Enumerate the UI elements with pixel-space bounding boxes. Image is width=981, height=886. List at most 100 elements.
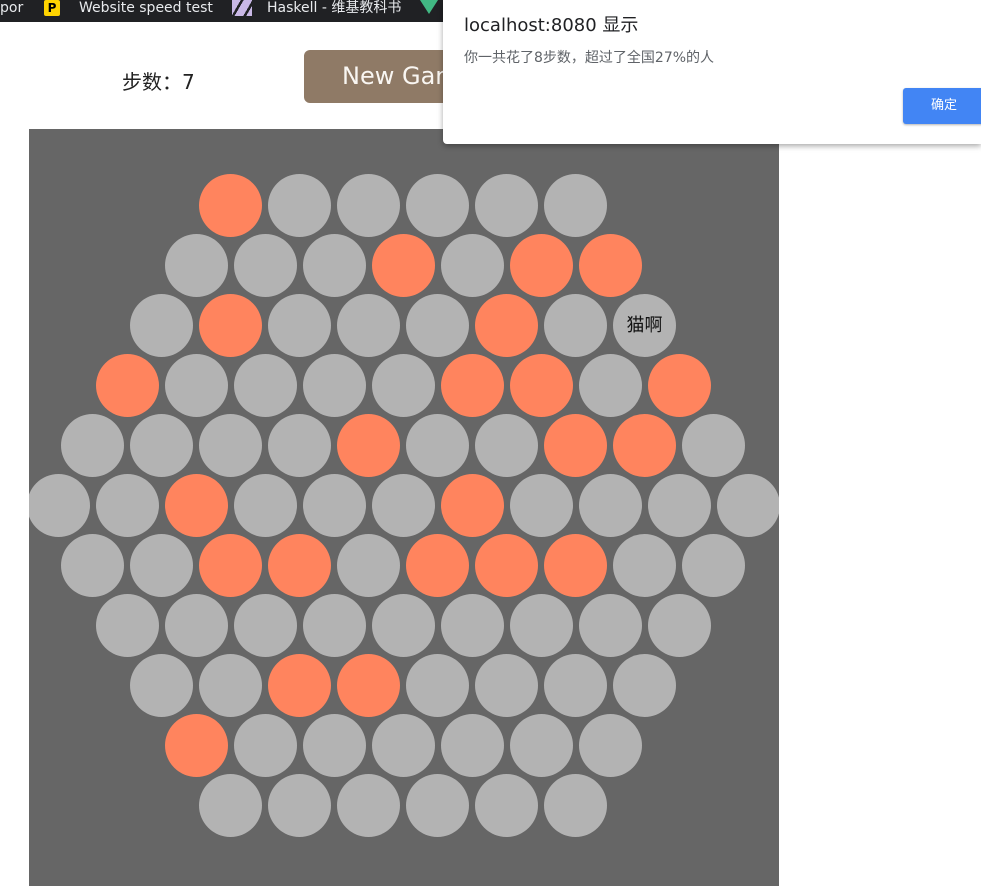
board-cell[interactable] <box>682 414 745 477</box>
board-cell[interactable] <box>95 474 159 537</box>
board-cell[interactable] <box>509 594 573 657</box>
board-cell[interactable] <box>233 594 297 657</box>
board-cell[interactable] <box>61 534 124 597</box>
board-cell[interactable] <box>578 714 642 777</box>
board-cell[interactable] <box>475 414 538 477</box>
board-cell[interactable] <box>647 474 711 537</box>
board-cell[interactable] <box>199 414 262 477</box>
bookmark-haskell[interactable]: Haskell - 维基教科书 <box>232 0 401 22</box>
board-cell[interactable] <box>302 234 366 297</box>
board-cell[interactable] <box>440 594 504 657</box>
board-cell[interactable] <box>440 234 504 297</box>
alert-dialog: localhost:8080 显示 你一共花了8步数，超过了全国27%的人 确定 <box>443 0 981 144</box>
board-cell[interactable] <box>302 354 366 417</box>
board-cell[interactable] <box>371 474 435 537</box>
board-cell[interactable] <box>475 174 538 237</box>
wall-cell[interactable] <box>578 234 642 297</box>
board-cell[interactable] <box>233 354 297 417</box>
board-cell[interactable] <box>268 774 331 837</box>
wall-cell[interactable] <box>95 354 159 417</box>
bookmark-vue[interactable] <box>420 0 438 22</box>
board-cell[interactable] <box>61 414 124 477</box>
board-cell[interactable] <box>233 234 297 297</box>
board-cell[interactable] <box>509 474 573 537</box>
board-cell[interactable] <box>647 594 711 657</box>
wall-cell[interactable] <box>475 534 538 597</box>
board-cell[interactable] <box>544 654 607 717</box>
p-logo-icon: P <box>44 0 60 16</box>
wall-cell[interactable] <box>199 534 262 597</box>
board-cell[interactable] <box>406 294 469 357</box>
board-cell[interactable] <box>613 534 676 597</box>
board-cell[interactable] <box>682 534 745 597</box>
board-cell[interactable] <box>164 594 228 657</box>
board-cell[interactable] <box>544 294 607 357</box>
new-game-button[interactable]: New Game <box>304 50 464 103</box>
board-cell[interactable] <box>130 294 193 357</box>
board-cell[interactable] <box>268 174 331 237</box>
wall-cell[interactable] <box>371 234 435 297</box>
board-cell[interactable] <box>613 654 676 717</box>
board-cell[interactable] <box>578 354 642 417</box>
wall-cell[interactable] <box>268 534 331 597</box>
wall-cell[interactable] <box>440 474 504 537</box>
board-cell[interactable] <box>371 354 435 417</box>
wall-cell[interactable] <box>544 534 607 597</box>
board-cell[interactable] <box>199 654 262 717</box>
board-cell[interactable] <box>371 594 435 657</box>
board-cell[interactable] <box>406 774 469 837</box>
board-cell[interactable] <box>302 474 366 537</box>
board-cell[interactable] <box>475 774 538 837</box>
board-cell[interactable] <box>199 774 262 837</box>
wall-cell[interactable] <box>544 414 607 477</box>
board-cell[interactable] <box>130 414 193 477</box>
board-cell[interactable] <box>337 534 400 597</box>
board-cell[interactable] <box>440 714 504 777</box>
board-cell[interactable] <box>233 714 297 777</box>
board-cell[interactable] <box>578 594 642 657</box>
wall-cell[interactable] <box>199 174 262 237</box>
wall-cell[interactable] <box>337 654 400 717</box>
wall-cell[interactable] <box>337 414 400 477</box>
board-cell[interactable] <box>337 774 400 837</box>
wall-cell[interactable] <box>475 294 538 357</box>
wall-cell[interactable] <box>164 474 228 537</box>
board-cell[interactable] <box>613 294 676 357</box>
board-cell[interactable] <box>302 714 366 777</box>
board-cell[interactable] <box>475 654 538 717</box>
board-cell[interactable] <box>233 474 297 537</box>
board-cell[interactable] <box>509 714 573 777</box>
wall-cell[interactable] <box>509 234 573 297</box>
vue-icon <box>420 0 438 14</box>
board-cell[interactable] <box>164 234 228 297</box>
board-cell[interactable] <box>716 474 779 537</box>
board-cell[interactable] <box>578 474 642 537</box>
board-cell[interactable] <box>29 474 90 537</box>
board-cell[interactable] <box>302 594 366 657</box>
wall-cell[interactable] <box>509 354 573 417</box>
board-cell[interactable] <box>406 654 469 717</box>
wall-cell[interactable] <box>406 534 469 597</box>
wall-cell[interactable] <box>647 354 711 417</box>
board-cell[interactable] <box>371 714 435 777</box>
ok-button[interactable]: 确定 <box>903 88 981 124</box>
wall-cell[interactable] <box>164 714 228 777</box>
board-cell[interactable] <box>268 414 331 477</box>
board-cell[interactable] <box>337 174 400 237</box>
board-cell[interactable] <box>95 594 159 657</box>
wall-cell[interactable] <box>268 654 331 717</box>
wall-cell[interactable] <box>199 294 262 357</box>
wall-cell[interactable] <box>613 414 676 477</box>
board-cell[interactable] <box>130 654 193 717</box>
board-cell[interactable] <box>130 534 193 597</box>
wall-cell[interactable] <box>440 354 504 417</box>
board-cell[interactable] <box>337 294 400 357</box>
board-cell[interactable] <box>268 294 331 357</box>
board-cell[interactable] <box>164 354 228 417</box>
bookmark-website-speed-test[interactable]: P Website speed test <box>44 0 213 22</box>
board-cell[interactable] <box>544 174 607 237</box>
board-cell[interactable] <box>406 174 469 237</box>
board-cell[interactable] <box>544 774 607 837</box>
board-cell[interactable] <box>406 414 469 477</box>
bookmark-item[interactable]: por <box>0 0 23 22</box>
